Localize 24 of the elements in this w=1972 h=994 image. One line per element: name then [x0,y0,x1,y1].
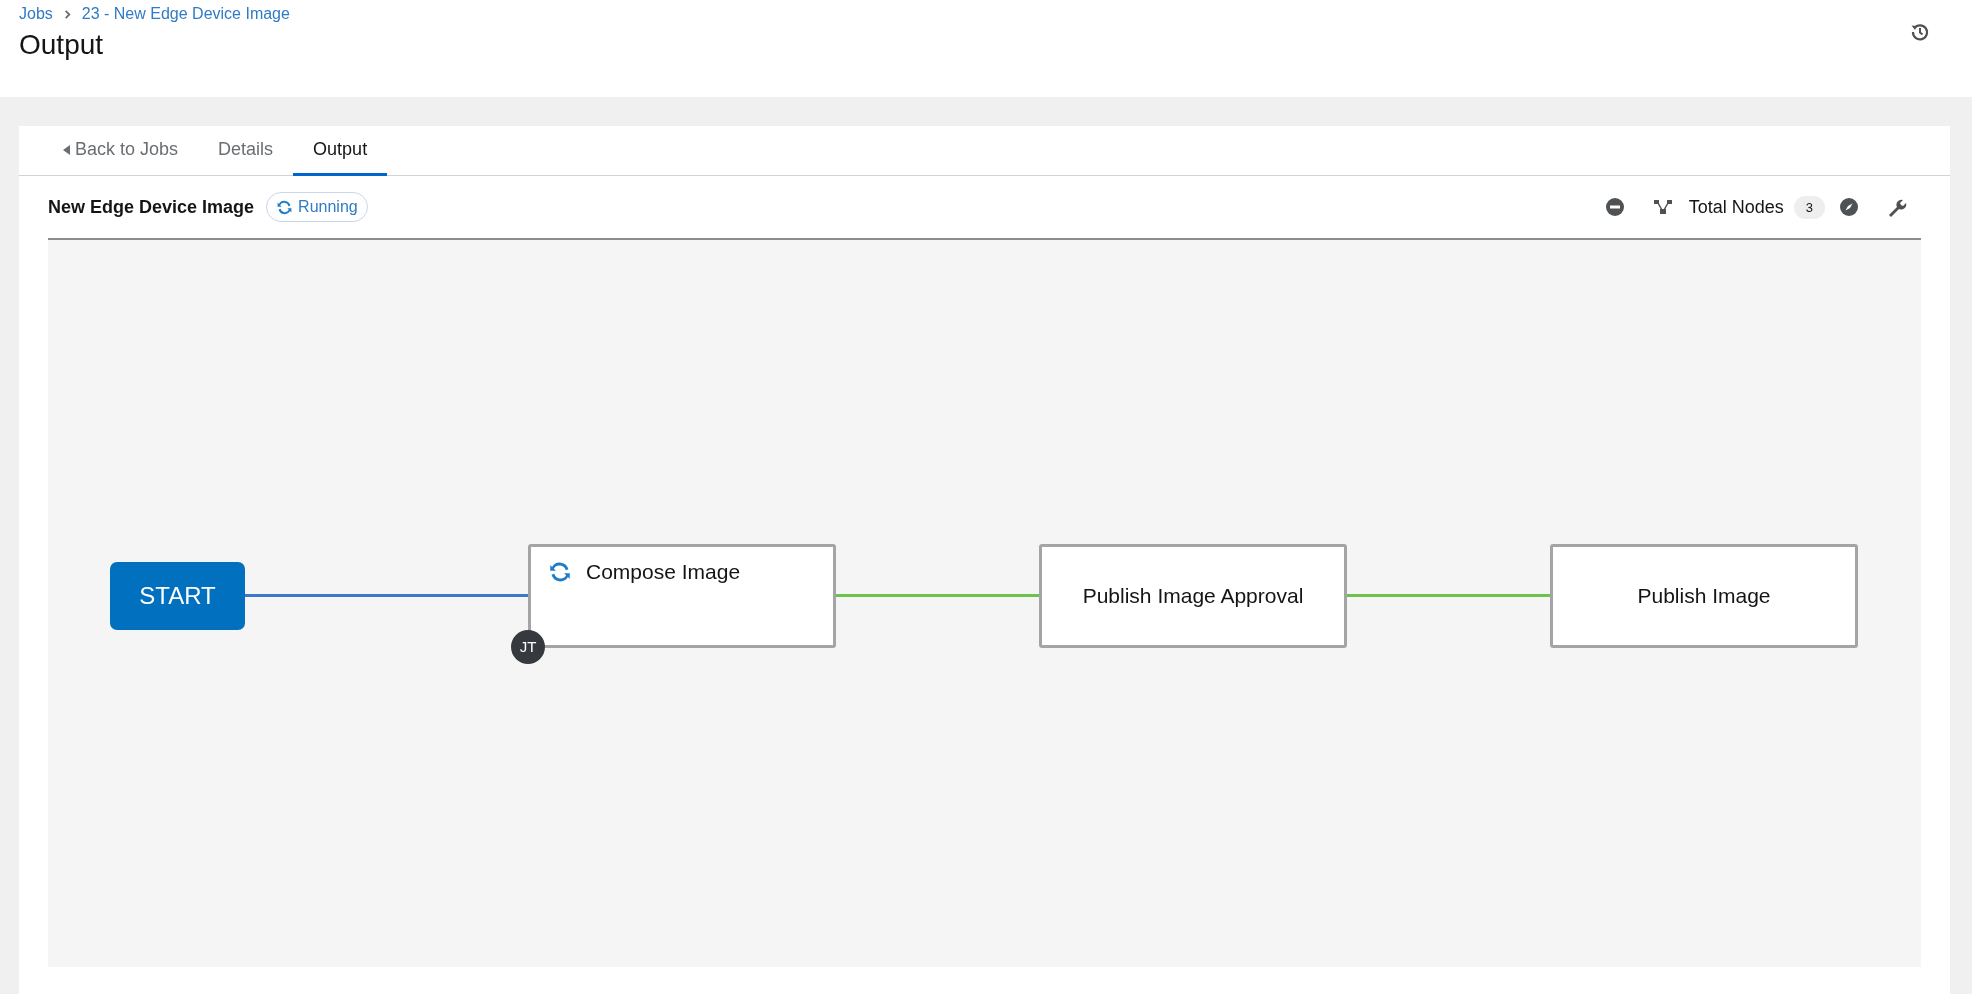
caret-left-icon [63,144,71,155]
page-title: Output [19,29,104,61]
chevron-right-icon [62,9,72,19]
history-icon[interactable] [1910,22,1930,42]
workflow-node[interactable]: Publish Image Approval [1039,543,1347,648]
back-link[interactable]: Back to Jobs [43,126,199,176]
start-node[interactable]: START [110,561,245,630]
topology-icon[interactable] [1652,197,1673,217]
workflow-name: New Edge Device Image [48,196,255,218]
tab[interactable]: Details [198,126,294,176]
tab[interactable]: Output [293,126,388,176]
node-count: 3 [1793,195,1825,219]
node-label: Publish Image [1637,583,1771,608]
minus-circle-icon[interactable] [1604,197,1625,217]
workflow-node[interactable]: Publish Image [1550,543,1858,648]
breadcrumb-link[interactable]: Jobs [19,5,53,23]
breadcrumb-link[interactable]: 23 - New Edge Device Image [81,5,290,23]
wrench-icon[interactable] [1887,197,1907,217]
node-type-badge: JT [511,629,545,664]
node-label: Compose Image [586,559,741,584]
sync-icon [276,198,294,216]
total-nodes-label: Total Nodes [1688,196,1784,218]
node-label: Publish Image Approval [1082,583,1304,608]
compass-icon[interactable] [1839,197,1859,217]
